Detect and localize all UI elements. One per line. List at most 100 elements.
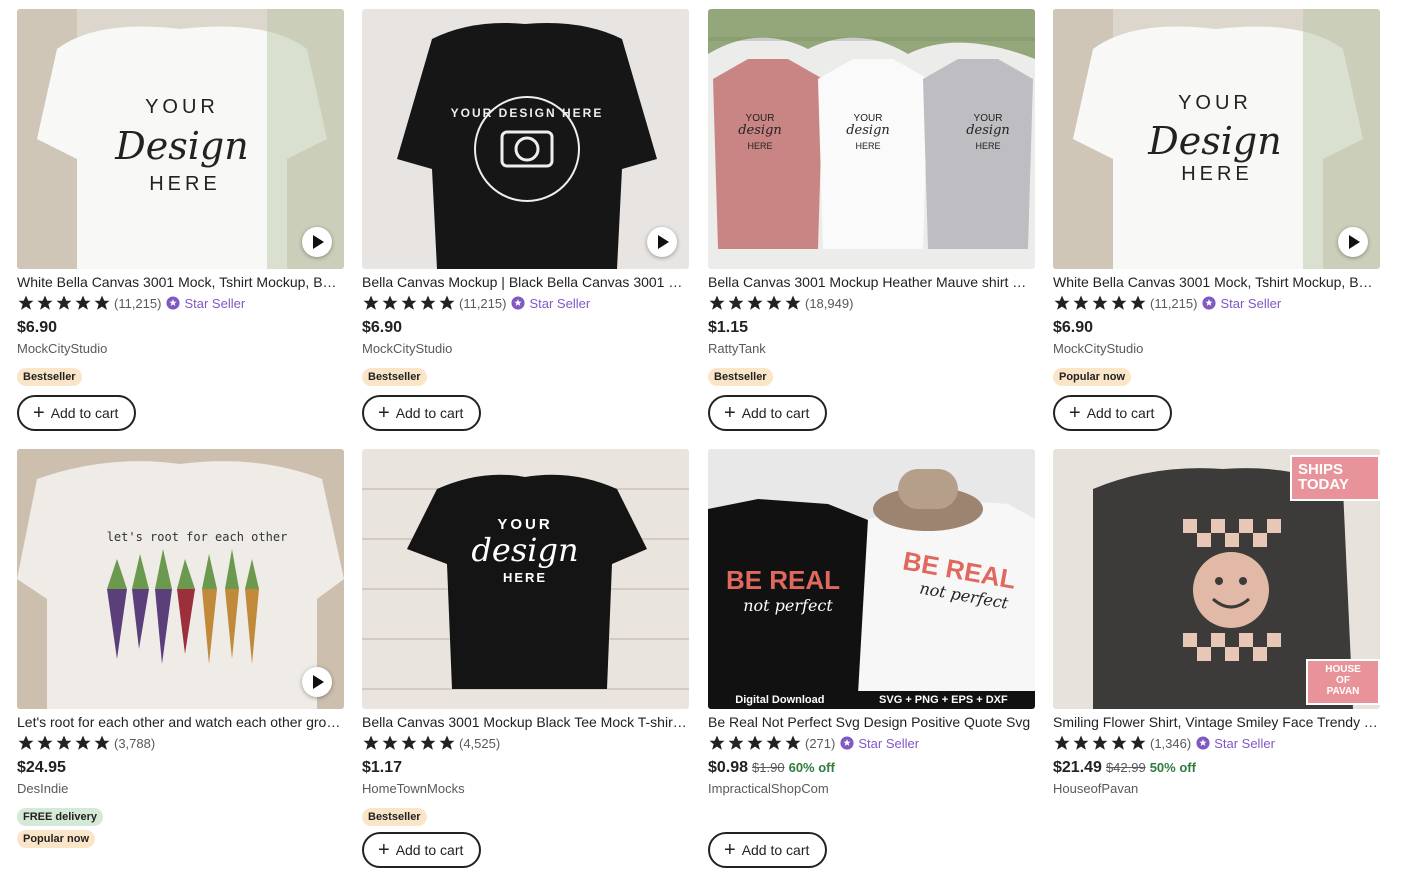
original-price: $1.90	[752, 760, 785, 775]
digital-download-strip: Digital Download SVG + PNG + EPS + DXF	[708, 691, 1035, 709]
svg-text:Design: Design	[114, 124, 248, 168]
rating-row: (18,949)	[708, 294, 1035, 312]
rating-row: (3,788)	[17, 734, 344, 752]
shop-name[interactable]: DesIndie	[17, 781, 344, 798]
listing-image[interactable]: YOUR design HERE YOUR design HERE YOUR d…	[708, 9, 1035, 269]
add-to-cart-button[interactable]: + Add to cart	[1053, 395, 1173, 431]
five-star-rating-icon	[1053, 294, 1147, 312]
shop-name[interactable]: ImpracticalShopCom	[708, 781, 1035, 798]
svg-text:HERE: HERE	[975, 141, 1000, 151]
svg-text:HERE: HERE	[503, 570, 547, 585]
svg-text:let's root for each other: let's root for each other	[107, 530, 288, 544]
plus-icon: +	[724, 839, 736, 861]
popular-now-badge: Popular now	[1053, 368, 1131, 386]
review-count: (4,525)	[459, 735, 501, 751]
ships-today-badge: SHIPS TODAY	[1290, 455, 1380, 501]
product-photo: let's root for each other	[17, 449, 344, 709]
listing-image[interactable]: YOUR design HERE	[362, 449, 689, 709]
review-count: (11,215)	[1150, 295, 1198, 311]
rating-row: (1,346) Star Seller	[1053, 734, 1380, 752]
star-seller-icon	[166, 296, 181, 310]
bestseller-badge: Bestseller	[17, 368, 82, 386]
bestseller-badge: Bestseller	[362, 808, 427, 826]
listing-image[interactable]: YOUR Design HERE	[17, 9, 344, 269]
five-star-rating-icon	[362, 294, 456, 312]
price-row: $1.15	[708, 319, 1035, 339]
price: $0.98	[708, 759, 749, 776]
listing-image[interactable]: BE REAL not perfect BE REAL not perfect …	[708, 449, 1035, 709]
five-star-rating-icon	[17, 294, 111, 312]
star-seller-badge: Star Seller	[1196, 736, 1275, 751]
add-to-cart-button[interactable]: + Add to cart	[362, 832, 482, 868]
review-count: (3,788)	[114, 735, 156, 751]
product-photo: BE REAL not perfect BE REAL not perfect	[708, 449, 1035, 709]
listing-title[interactable]: Be Real Not Perfect Svg Design Positive …	[708, 714, 1035, 731]
play-video-icon[interactable]	[1338, 227, 1368, 257]
add-to-cart-button[interactable]: + Add to cart	[17, 395, 137, 431]
star-seller-badge: Star Seller	[840, 736, 919, 751]
listing-title[interactable]: Let's root for each other and watch each…	[17, 714, 344, 731]
price-row: $1.17	[362, 759, 689, 779]
star-seller-badge: Star Seller	[511, 296, 590, 311]
svg-text:HERE: HERE	[1181, 163, 1253, 185]
listing-image[interactable]: SHIPS TODAY HOUSE OF PAVAN	[1053, 449, 1380, 709]
listing-card[interactable]: let's root for each other Let's root for…	[17, 449, 344, 848]
listing-image[interactable]: YOUR DESIGN HERE	[362, 9, 689, 269]
review-count: (11,215)	[114, 295, 162, 311]
play-video-icon[interactable]	[302, 667, 332, 697]
listing-title[interactable]: White Bella Canvas 3001 Mock, Tshirt Moc…	[1053, 274, 1380, 291]
svg-text:HERE: HERE	[149, 173, 221, 195]
listing-image[interactable]: YOUR Design HERE	[1053, 9, 1380, 269]
price: $1.17	[362, 759, 403, 776]
listing-image[interactable]: let's root for each other	[17, 449, 344, 709]
shop-name[interactable]: MockCityStudio	[17, 341, 344, 358]
svg-text:HERE: HERE	[747, 141, 772, 151]
price: $1.15	[708, 319, 749, 336]
rating-row: (11,215) Star Seller	[17, 294, 344, 312]
listing-card[interactable]: YOUR DESIGN HERE Bella Canvas Mockup | B…	[362, 9, 689, 431]
rating-row: (11,215) Star Seller	[362, 294, 689, 312]
svg-text:YOUR: YOUR	[1178, 92, 1252, 114]
shop-name[interactable]: RattyTank	[708, 341, 1035, 358]
add-to-cart-button[interactable]: + Add to cart	[362, 395, 482, 431]
listing-card[interactable]: YOUR Design HERE White Bella Canvas 3001…	[17, 9, 344, 431]
listing-title[interactable]: White Bella Canvas 3001 Mock, Tshirt Moc…	[17, 274, 344, 291]
shop-name[interactable]: HomeTownMocks	[362, 781, 689, 798]
play-video-icon[interactable]	[302, 227, 332, 257]
listing-title[interactable]: Bella Canvas Mockup | Black Bella Canvas…	[362, 274, 689, 291]
svg-text:design: design	[738, 123, 782, 138]
price-row: $6.90	[17, 319, 344, 339]
svg-text:BE REAL: BE REAL	[726, 565, 840, 595]
bestseller-badge: Bestseller	[708, 368, 773, 386]
listing-title[interactable]: Bella Canvas 3001 Mockup Heather Mauve s…	[708, 274, 1035, 291]
price-row: $24.95	[17, 759, 344, 779]
shop-name[interactable]: MockCityStudio	[362, 341, 689, 358]
price: $6.90	[362, 319, 403, 336]
listing-card[interactable]: YOUR design HERE YOUR design HERE YOUR d…	[708, 9, 1035, 431]
listing-card[interactable]: YOUR design HERE Bella Canvas 3001 Mocku…	[362, 449, 689, 868]
listing-card[interactable]: SHIPS TODAY HOUSE OF PAVAN Smiling Flower S…	[1053, 449, 1380, 798]
listing-title[interactable]: Smiling Flower Shirt, Vintage Smiley Fac…	[1053, 714, 1380, 731]
rating-row: (11,215) Star Seller	[1053, 294, 1380, 312]
star-seller-icon	[1196, 736, 1210, 750]
product-photo: YOUR Design HERE	[1053, 9, 1380, 269]
svg-text:Design: Design	[1147, 119, 1281, 163]
five-star-rating-icon	[17, 734, 111, 752]
listing-card[interactable]: BE REAL not perfect BE REAL not perfect …	[708, 449, 1035, 868]
price-row: $6.90	[1053, 319, 1380, 339]
shop-name[interactable]: MockCityStudio	[1053, 341, 1380, 358]
review-count: (11,215)	[459, 295, 507, 311]
play-video-icon[interactable]	[647, 227, 677, 257]
add-to-cart-button[interactable]: + Add to cart	[708, 832, 828, 868]
product-photo: YOUR design HERE YOUR design HERE YOUR d…	[708, 9, 1035, 269]
review-count: (1,346)	[1150, 735, 1192, 751]
listing-title[interactable]: Bella Canvas 3001 Mockup Black Tee Mock …	[362, 714, 689, 731]
plus-icon: +	[724, 402, 736, 424]
shop-name[interactable]: HouseofPavan	[1053, 781, 1380, 798]
five-star-rating-icon	[362, 734, 456, 752]
star-seller-badge: Star Seller	[166, 296, 245, 311]
star-seller-icon	[1202, 296, 1217, 310]
listing-card[interactable]: YOUR Design HERE White Bella Canvas 3001…	[1053, 9, 1380, 431]
price: $24.95	[17, 759, 66, 776]
add-to-cart-button[interactable]: + Add to cart	[708, 395, 828, 431]
